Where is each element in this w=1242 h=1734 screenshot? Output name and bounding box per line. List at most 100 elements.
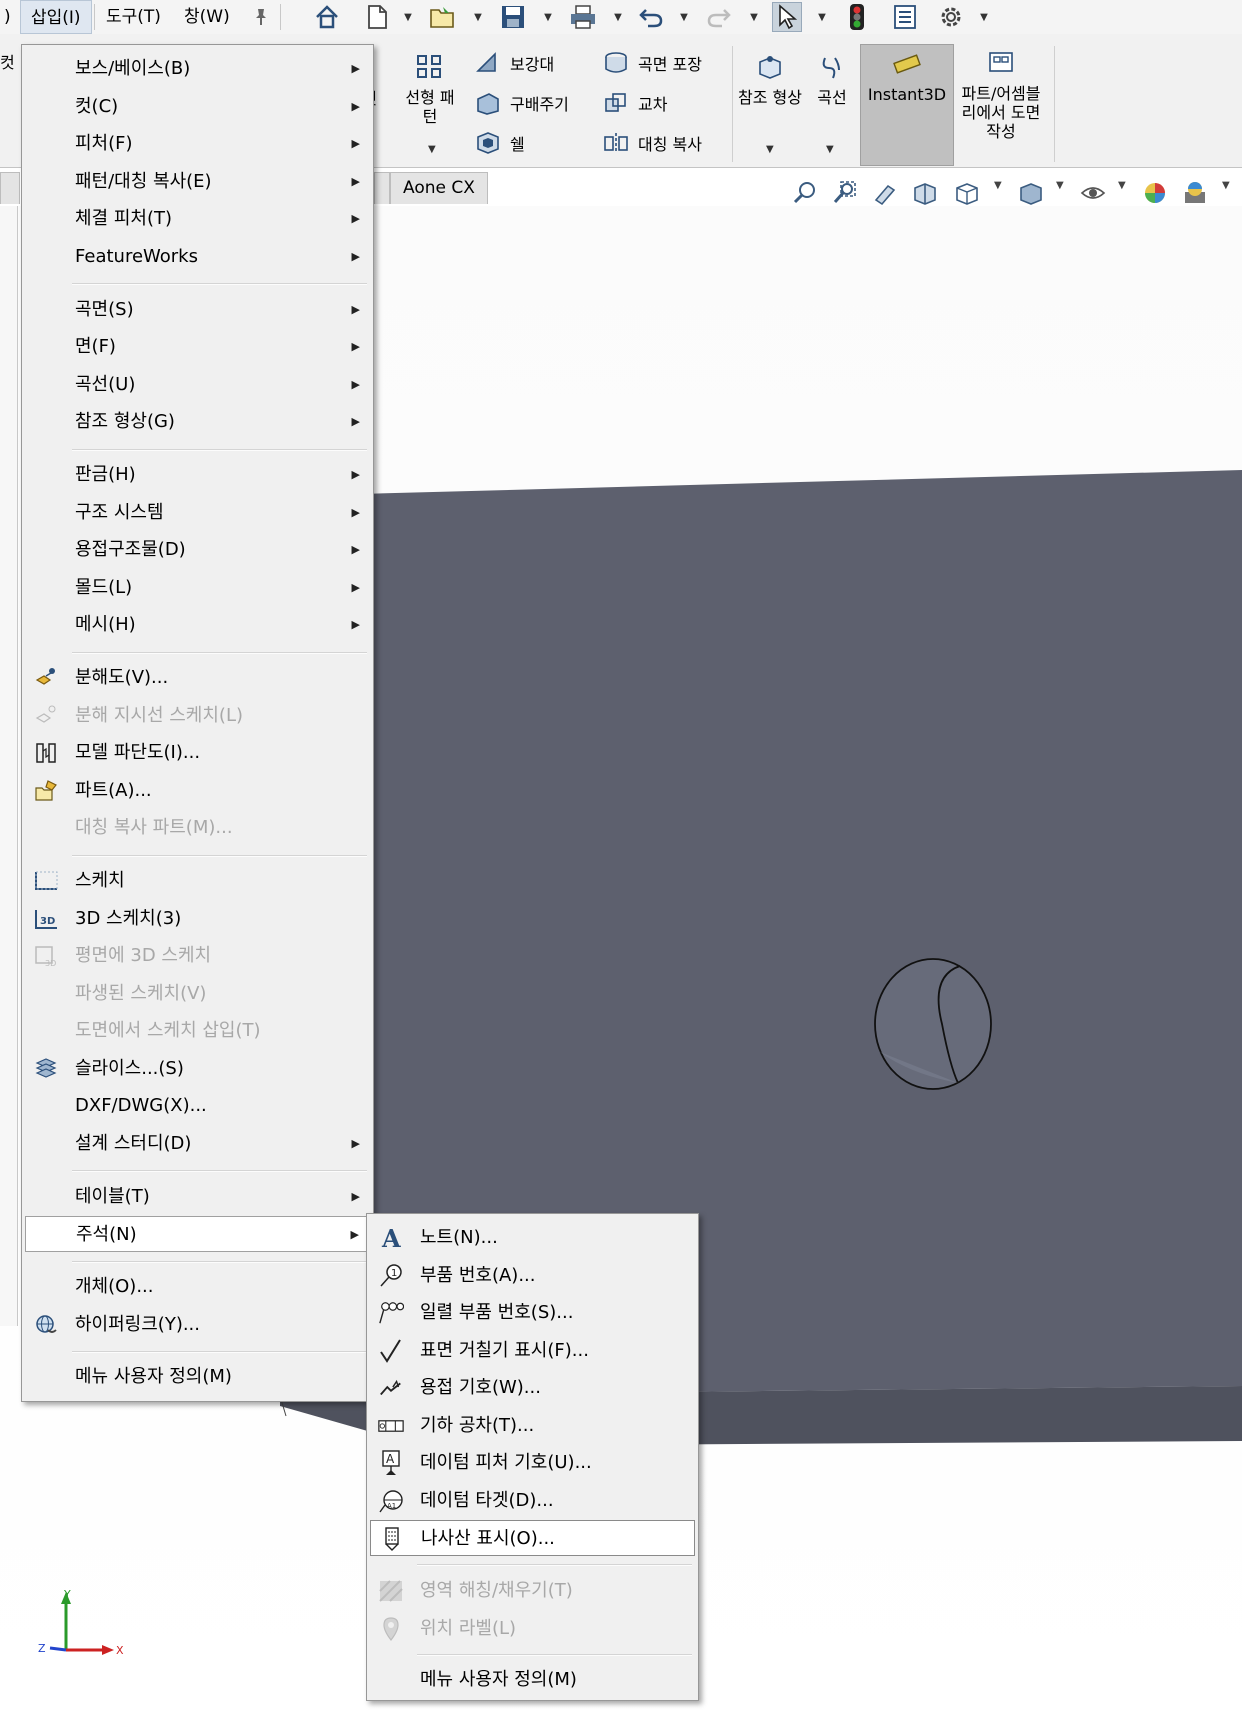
menu-item-reference-geometry[interactable]: 참조 형상(G) ▶: [25, 404, 370, 440]
menu-item-part[interactable]: 파트(A)...: [25, 773, 370, 809]
menu-item-object[interactable]: 개체(O)...: [25, 1269, 370, 1305]
menu-item-model-break-view[interactable]: 모델 파단도(I)...: [25, 735, 370, 771]
menu-item-cut[interactable]: 컷(C) ▶: [25, 89, 370, 125]
chevron-down-icon[interactable]: ▼: [472, 2, 484, 32]
menu-item-fastening-feature[interactable]: 체결 피처(T) ▶: [25, 201, 370, 237]
menu-item-sketch-from-drawing[interactable]: 도면에서 스케치 삽입(T): [25, 1013, 370, 1049]
intersect-button[interactable]: 교차: [600, 86, 667, 120]
instant3d-button[interactable]: Instant3D: [860, 44, 954, 166]
menu-item-curve[interactable]: 곡선(U) ▶: [25, 367, 370, 403]
menu-prev-fragment[interactable]: ): [0, 0, 21, 34]
menu-item-customize-menu[interactable]: 메뉴 사용자 정의(M): [25, 1359, 370, 1395]
chevron-down-icon[interactable]: ▼: [978, 2, 990, 32]
chevron-down-icon[interactable]: ▼: [1056, 180, 1064, 191]
menu-window[interactable]: 창(W): [174, 0, 240, 34]
menu-item-weldments[interactable]: 용접구조물(D) ▶: [25, 532, 370, 568]
wrap-button[interactable]: 곡면 포장: [600, 46, 702, 80]
menu-item-annotations[interactable]: 주석(N) ▶: [25, 1216, 370, 1252]
chevron-down-icon[interactable]: ▼: [826, 144, 834, 155]
chevron-down-icon[interactable]: ▼: [1222, 180, 1230, 191]
chevron-down-icon[interactable]: ▼: [816, 2, 828, 32]
zoom-to-fit-icon[interactable]: [790, 178, 820, 208]
chevron-down-icon[interactable]: ▼: [678, 2, 690, 32]
menu-item-geometric-tolerance[interactable]: 기하 공차(T)...: [370, 1408, 695, 1444]
menu-item-cosmetic-thread[interactable]: 나사산 표시(O)...: [370, 1520, 695, 1556]
chevron-down-icon[interactable]: ▼: [612, 2, 624, 32]
section-view-icon[interactable]: [910, 178, 940, 208]
menu-insert[interactable]: 삽입(I): [20, 0, 92, 34]
menu-item-featureworks[interactable]: FeatureWorks ▶: [25, 239, 370, 275]
menu-item-balloon[interactable]: 1 부품 번호(A)...: [370, 1258, 695, 1294]
menu-item-face[interactable]: 면(F) ▶: [25, 329, 370, 365]
draft-button[interactable]: 구배주기: [472, 86, 569, 120]
chevron-down-icon[interactable]: ▼: [1118, 180, 1126, 191]
menu-item-weld-symbol[interactable]: 용접 기호(W)...: [370, 1370, 695, 1406]
menu-item-features[interactable]: 피처(F) ▶: [25, 126, 370, 162]
mirror-button[interactable]: 대칭 복사: [600, 126, 702, 160]
chevron-down-icon[interactable]: ▼: [748, 2, 760, 32]
menu-item-dxf-dwg[interactable]: DXF/DWG(X)...: [25, 1088, 370, 1124]
menu-item-pattern-mirror[interactable]: 패턴/대칭 복사(E) ▶: [25, 164, 370, 200]
select-pointer-icon[interactable]: [772, 2, 802, 32]
menu-item-note[interactable]: A 노트(N)...: [370, 1220, 695, 1256]
print-icon[interactable]: [568, 2, 598, 32]
menu-item-surface-finish[interactable]: 표면 거칠기 표시(F)...: [370, 1333, 695, 1369]
redo-icon[interactable]: [704, 2, 734, 32]
reference-geometry-button[interactable]: 참조 형상: [738, 46, 802, 107]
menu-item-slicing[interactable]: 슬라이스...(S): [25, 1051, 370, 1087]
chevron-down-icon[interactable]: ▼: [428, 144, 436, 155]
menu-item-mirror-part[interactable]: 대칭 복사 파트(M)...: [25, 810, 370, 846]
display-style-icon[interactable]: [1016, 178, 1046, 208]
rib-button[interactable]: 보강대: [472, 46, 554, 80]
new-document-icon[interactable]: [362, 2, 392, 32]
chevron-down-icon[interactable]: ▼: [994, 180, 1002, 191]
menu-item-sheet-metal[interactable]: 판금(H) ▶: [25, 457, 370, 493]
menu-item-boss-base[interactable]: 보스/베이스(B) ▶: [25, 51, 370, 87]
feature-manager-panel-edge[interactable]: [0, 206, 18, 1326]
open-icon[interactable]: [428, 2, 458, 32]
save-icon[interactable]: [498, 2, 528, 32]
menu-item-customize-menu[interactable]: 메뉴 사용자 정의(M): [370, 1662, 695, 1698]
menu-item-structure-system[interactable]: 구조 시스템 ▶: [25, 495, 370, 531]
menu-item-design-study[interactable]: 설계 스터디(D) ▶: [25, 1126, 370, 1162]
make-drawing-button[interactable]: 파트/어셈블리에서 도면 작성: [960, 46, 1042, 141]
zoom-to-area-icon[interactable]: [830, 178, 860, 208]
rebuild-traffic-light-icon[interactable]: [842, 2, 872, 32]
chevron-down-icon[interactable]: ▼: [402, 2, 414, 32]
linear-pattern-button[interactable]: 선형 패턴: [400, 46, 460, 126]
hide-show-items-icon[interactable]: [1078, 178, 1108, 208]
apply-scene-icon[interactable]: [1180, 178, 1210, 208]
chevron-down-icon[interactable]: ▼: [542, 2, 554, 32]
tab-features[interactable]: [0, 172, 20, 204]
menu-item-datum-feature[interactable]: A 데이텀 피처 기호(U)...: [370, 1445, 695, 1481]
menu-item-3d-sketch[interactable]: 3D 3D 스케치(3): [25, 901, 370, 937]
menu-item-molds[interactable]: 몰드(L) ▶: [25, 570, 370, 606]
previous-view-icon[interactable]: [870, 178, 900, 208]
ribbon-cut-fragment[interactable]: 컷: [0, 44, 15, 78]
shell-button[interactable]: 쉘: [472, 126, 525, 160]
tab-previous[interactable]: [374, 172, 390, 204]
home-icon[interactable]: [312, 2, 342, 32]
menu-item-surface[interactable]: 곡면(S) ▶: [25, 292, 370, 328]
menu-item-mesh[interactable]: 메시(H) ▶: [25, 607, 370, 643]
view-orientation-icon[interactable]: [952, 178, 982, 208]
menu-item-sketch[interactable]: 스케치: [25, 863, 370, 899]
menu-item-explode-line-sketch[interactable]: 분해 지시선 스케치(L): [25, 698, 370, 734]
undo-icon[interactable]: [636, 2, 666, 32]
pin-icon[interactable]: [246, 2, 276, 32]
menu-item-tables[interactable]: 테이블(T) ▶: [25, 1179, 370, 1215]
tab-aone-cx[interactable]: Aone CX: [390, 172, 488, 204]
edit-appearance-icon[interactable]: [1140, 178, 1170, 208]
menu-item-area-hatch[interactable]: 영역 해칭/채우기(T): [370, 1573, 695, 1609]
menu-item-derived-sketch[interactable]: 파생된 스케치(V): [25, 976, 370, 1012]
menu-item-stacked-balloon[interactable]: 일렬 부품 번호(S)...: [370, 1295, 695, 1331]
chevron-down-icon[interactable]: ▼: [766, 144, 774, 155]
menu-item-location-label[interactable]: 위치 라벨(L): [370, 1611, 695, 1647]
menu-item-hyperlink[interactable]: 하이퍼링크(Y)...: [25, 1307, 370, 1343]
menu-item-3d-sketch-on-plane[interactable]: 3D 평면에 3D 스케치: [25, 938, 370, 974]
menu-item-datum-target[interactable]: A1 데이텀 타겟(D)...: [370, 1483, 695, 1519]
menu-tools[interactable]: 도구(T): [96, 0, 171, 34]
curves-button[interactable]: 곡선: [808, 46, 856, 107]
menu-item-exploded-view[interactable]: 분해도(V)...: [25, 660, 370, 696]
options-gear-icon[interactable]: [936, 2, 966, 32]
